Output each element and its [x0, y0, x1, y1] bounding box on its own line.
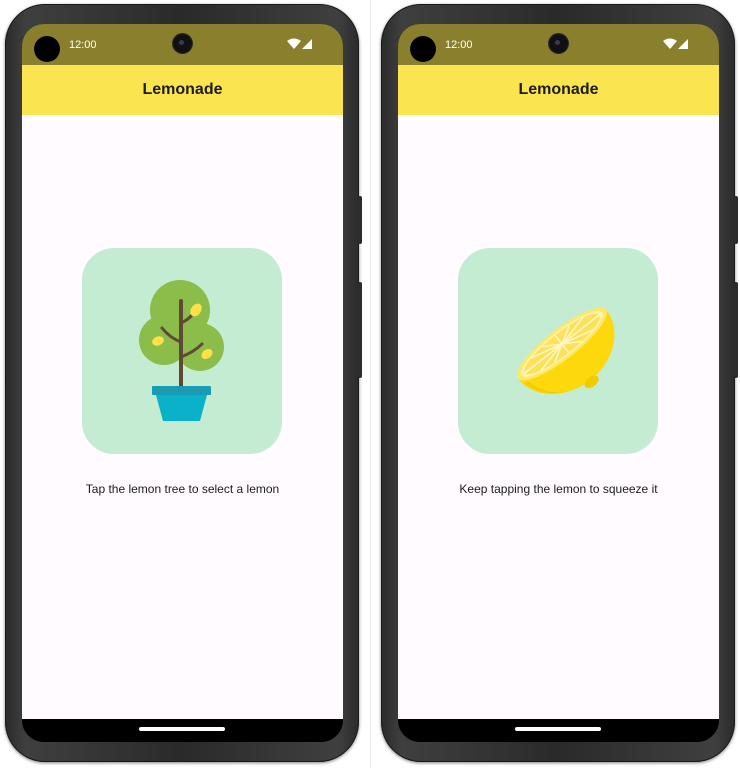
screen-2: 12:00 Lemonade Keep tapping the lemon to… [398, 24, 719, 742]
camera-cutout [173, 34, 192, 53]
app-title: Lemonade [142, 81, 223, 98]
status-time: 12:00 [445, 39, 473, 51]
lemon-tree-button[interactable] [82, 248, 282, 454]
gesture-nav-bar [22, 719, 343, 742]
phone-frame-1: 12:00 Lemonade Tap the lemon tree to sel… [5, 4, 362, 762]
app-bar: Lemonade [398, 65, 719, 115]
phone-frame-2: 12:00 Lemonade Keep tapping the lemon to… [381, 4, 738, 762]
cell-signal-icon [678, 39, 688, 49]
home-handle[interactable] [515, 727, 601, 731]
home-handle[interactable] [139, 727, 225, 731]
lemon-squeeze-icon [516, 307, 615, 394]
main-content: Keep tapping the lemon to squeeze it [398, 115, 719, 719]
volume-button [357, 282, 362, 378]
signal-icons [663, 38, 688, 49]
screen-1: 12:00 Lemonade Tap the lemon tree to sel… [22, 24, 343, 742]
power-button [357, 196, 362, 244]
app-bar: Lemonade [22, 65, 343, 115]
volume-button [733, 282, 738, 378]
cell-signal-icon [302, 39, 312, 49]
status-time: 12:00 [69, 39, 97, 51]
instruction-text: Keep tapping the lemon to squeeze it [459, 482, 658, 496]
instruction-text: Tap the lemon tree to select a lemon [85, 482, 280, 496]
lemon-tree-icon [139, 280, 224, 421]
main-content: Tap the lemon tree to select a lemon [22, 115, 343, 719]
wifi-icon [287, 38, 301, 49]
gesture-nav-bar [398, 719, 719, 742]
power-button [733, 196, 738, 244]
lemon-squeeze-button[interactable] [458, 248, 658, 454]
screen-record-dot-icon [410, 36, 436, 62]
screen-record-dot-icon [34, 36, 60, 62]
app-title: Lemonade [518, 81, 599, 98]
status-bar: 12:00 [398, 24, 719, 65]
wifi-icon [663, 38, 677, 49]
panel-divider [370, 0, 371, 768]
camera-cutout [549, 34, 568, 53]
status-bar: 12:00 [22, 24, 343, 65]
signal-icons [287, 38, 312, 49]
